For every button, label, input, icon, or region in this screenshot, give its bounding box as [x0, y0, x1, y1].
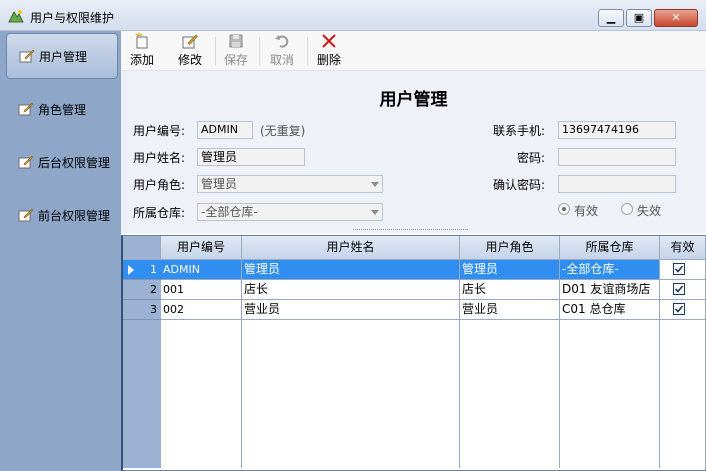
table-row[interactable]: 1 ADMIN 管理员 管理员 -全部仓库-: [123, 260, 706, 280]
form-heading: 用户管理: [379, 90, 448, 110]
valid-checkbox[interactable]: [673, 283, 685, 295]
edit-note-icon: [19, 49, 35, 63]
confirm-password-input[interactable]: [558, 175, 676, 193]
save-button[interactable]: 保存: [219, 33, 253, 69]
user-name-input[interactable]: 管理员: [197, 148, 305, 166]
confirm-password-label: 确认密码:: [493, 178, 546, 192]
cell-user-id[interactable]: 002: [161, 300, 242, 320]
sidebar-item-backend-permissions[interactable]: 后台权限管理: [6, 139, 118, 185]
row-pointer-icon: [128, 265, 134, 275]
edit-note-icon: [18, 102, 34, 116]
cell-user-id[interactable]: ADMIN: [161, 260, 242, 280]
sidebar-item-label: 前台权限管理: [38, 208, 111, 223]
user-id-label: 用户编号:: [133, 124, 186, 138]
delete-icon: [322, 34, 336, 48]
cell-role[interactable]: 管理员: [460, 260, 560, 280]
unique-hint: (无重复): [260, 124, 306, 138]
cell-valid[interactable]: [660, 280, 706, 300]
grid-corner: [123, 236, 161, 260]
column-header-user-id[interactable]: 用户编号: [161, 236, 242, 260]
chevron-down-icon: [371, 210, 379, 215]
phone-label: 联系手机:: [493, 124, 546, 138]
valid-checkbox[interactable]: [673, 263, 685, 275]
edit-note-icon: [18, 208, 34, 222]
row-number: 1: [123, 260, 161, 280]
save-icon: [229, 34, 243, 48]
undo-icon: [275, 35, 289, 48]
cancel-button[interactable]: 取消: [265, 33, 299, 69]
maximize-button[interactable]: ▣: [626, 9, 652, 27]
window-title: 用户与权限维护: [30, 11, 115, 25]
checkmark-icon: [675, 265, 683, 273]
password-label: 密码:: [517, 151, 546, 165]
close-icon: ✕: [671, 11, 681, 24]
sidebar-item-label: 后台权限管理: [38, 155, 111, 170]
sidebar-item-label: 角色管理: [38, 102, 87, 117]
column-header-user-name[interactable]: 用户姓名: [242, 236, 460, 260]
user-role-select[interactable]: 管理员: [197, 175, 383, 193]
user-name-label: 用户姓名:: [133, 151, 186, 165]
cell-user-name[interactable]: 管理员: [242, 260, 460, 280]
cell-role[interactable]: 店长: [460, 280, 560, 300]
row-number: 3: [123, 300, 161, 320]
warehouse-select[interactable]: -全部仓库-: [197, 203, 383, 221]
row-number: 2: [123, 280, 161, 300]
minimize-button[interactable]: ▁: [598, 9, 624, 27]
cell-warehouse[interactable]: C01 总仓库: [560, 300, 660, 320]
chevron-down-icon: [371, 182, 379, 187]
user-id-input[interactable]: ADMIN: [197, 121, 253, 139]
column-header-role[interactable]: 用户角色: [460, 236, 560, 260]
edit-icon: [182, 34, 198, 49]
warehouse-label: 所属仓库:: [133, 206, 186, 220]
cell-warehouse[interactable]: D01 友谊商场店: [560, 280, 660, 300]
user-form: 用户管理 用户编号: ADMIN (无重复) 用户姓名: 管理员 用户角色: 管…: [121, 71, 706, 233]
close-button[interactable]: ✕: [654, 9, 698, 27]
app-icon: [8, 10, 24, 23]
status-invalid-label: 失效: [637, 204, 662, 218]
sidebar-item-label: 用户管理: [39, 49, 88, 64]
title-bar: 用户与权限维护 ▁ ▣ ✕: [0, 0, 706, 31]
password-input[interactable]: [558, 148, 676, 166]
checkmark-icon: [675, 305, 683, 313]
column-header-warehouse[interactable]: 所属仓库: [560, 236, 660, 260]
status-valid-radio[interactable]: [558, 203, 570, 215]
cell-valid[interactable]: [660, 300, 706, 320]
status-valid-label: 有效: [574, 204, 599, 218]
delete-button[interactable]: 删除: [312, 33, 346, 69]
cell-warehouse[interactable]: -全部仓库-: [560, 260, 660, 280]
cell-role[interactable]: 营业员: [460, 300, 560, 320]
edit-note-icon: [18, 155, 34, 169]
maximize-icon: ▣: [633, 11, 645, 24]
column-header-valid[interactable]: 有效: [660, 236, 706, 260]
user-grid: 用户编号 用户姓名 用户角色 所属仓库 有效 1 ADMIN 管理员 管理员 -…: [121, 235, 706, 471]
cell-user-name[interactable]: 营业员: [242, 300, 460, 320]
table-row[interactable]: 3 002 营业员 营业员 C01 总仓库: [123, 300, 706, 320]
cell-valid[interactable]: [660, 260, 706, 280]
table-row[interactable]: 2 001 店长 店长 D01 友谊商场店: [123, 280, 706, 300]
edit-button[interactable]: 修改: [173, 33, 207, 69]
sidebar-item-user-management[interactable]: 用户管理: [6, 33, 118, 79]
valid-checkbox[interactable]: [673, 303, 685, 315]
toolbar: 添加 修改 保存 取消 删除: [121, 31, 706, 71]
sidebar-item-frontend-permissions[interactable]: 前台权限管理: [6, 192, 118, 238]
sidebar-item-role-management[interactable]: 角色管理: [6, 86, 118, 132]
checkmark-icon: [675, 285, 683, 293]
status-invalid-radio[interactable]: [621, 203, 633, 215]
add-icon: [135, 33, 148, 49]
phone-input[interactable]: 13697474196: [558, 121, 676, 139]
cell-user-name[interactable]: 店长: [242, 280, 460, 300]
add-button[interactable]: 添加: [125, 33, 159, 69]
user-role-label: 用户角色:: [133, 178, 186, 192]
minimize-icon: ▁: [606, 11, 616, 24]
sidebar: 用户管理 角色管理 后台权限管理 前台权限管理: [0, 31, 121, 471]
cell-user-id[interactable]: 001: [161, 280, 242, 300]
